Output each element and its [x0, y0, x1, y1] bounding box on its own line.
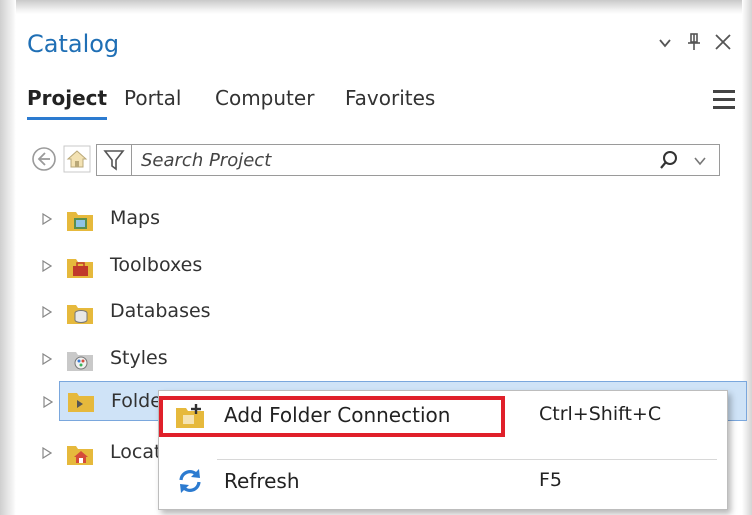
tab-favorites[interactable]: Favorites: [345, 86, 435, 110]
tree-item-maps[interactable]: Maps: [42, 205, 742, 235]
panel-options-button[interactable]: [657, 32, 673, 56]
databases-folder-icon: [67, 305, 93, 324]
expand-arrow-icon[interactable]: [42, 353, 52, 365]
menu-item-shortcut: Ctrl+Shift+C: [539, 403, 662, 425]
filter-button[interactable]: [97, 145, 132, 175]
close-button[interactable]: [714, 32, 732, 56]
chevron-down-icon: [659, 39, 671, 48]
expand-arrow-icon[interactable]: [42, 306, 52, 318]
tree-item-databases[interactable]: Databases: [42, 298, 742, 328]
tree-item-label: Databases: [110, 300, 211, 322]
window-edge-left: [0, 0, 16, 515]
tree-item-toolboxes[interactable]: Toolboxes: [42, 252, 742, 282]
toolboxes-folder-icon: [67, 259, 93, 278]
menu-item-label: Refresh: [224, 469, 300, 493]
tree-item-label: Maps: [110, 207, 160, 229]
search-options-button[interactable]: [693, 153, 707, 167]
tree-item-styles[interactable]: Styles: [42, 345, 742, 375]
refresh-icon: [179, 469, 201, 493]
menu-item-add-folder-connection[interactable]: Add Folder Connection Ctrl+Shift+C: [159, 391, 727, 441]
locators-folder-icon: [67, 446, 93, 465]
search-icon: [660, 151, 677, 169]
filter-icon: [103, 150, 125, 171]
back-button[interactable]: [31, 146, 57, 172]
back-arrow-icon: [32, 147, 56, 171]
chevron-down-icon: [694, 157, 706, 166]
maps-folder-icon: [67, 212, 93, 231]
menu-item-shortcut: F5: [539, 469, 563, 491]
expand-arrow-icon[interactable]: [42, 213, 52, 225]
search-box: [96, 144, 720, 176]
search-input[interactable]: [141, 148, 621, 172]
search-button[interactable]: [659, 150, 679, 170]
pin-button[interactable]: [686, 32, 702, 56]
menu-button[interactable]: [713, 90, 735, 110]
folders-folder-icon: [68, 393, 94, 412]
close-icon: [715, 34, 731, 50]
tree-item-label: Styles: [110, 347, 168, 369]
expand-arrow-icon[interactable]: [42, 447, 52, 459]
pin-icon: [688, 33, 700, 50]
window-edge-top: [0, 0, 752, 14]
tree-item-label: Toolboxes: [110, 254, 203, 276]
tab-portal[interactable]: Portal: [124, 86, 181, 110]
tab-computer[interactable]: Computer: [215, 86, 314, 110]
context-menu: Add Folder Connection Ctrl+Shift+C Refre…: [158, 390, 728, 510]
add-folder-icon: [176, 404, 204, 428]
expand-arrow-icon[interactable]: [43, 396, 53, 408]
expand-arrow-icon[interactable]: [42, 260, 52, 272]
styles-folder-icon: [67, 352, 93, 371]
home-button[interactable]: [63, 145, 91, 173]
window-edge-right: [742, 0, 752, 515]
tab-project[interactable]: Project: [27, 86, 108, 120]
menu-item-label: Add Folder Connection: [224, 403, 451, 427]
catalog-panel: Catalog Project Portal Computer Favorite…: [16, 14, 747, 515]
panel-title: Catalog: [27, 30, 120, 58]
menu-item-refresh[interactable]: Refresh F5: [159, 457, 727, 507]
home-icon: [63, 145, 91, 173]
hamburger-icon: [713, 90, 735, 93]
